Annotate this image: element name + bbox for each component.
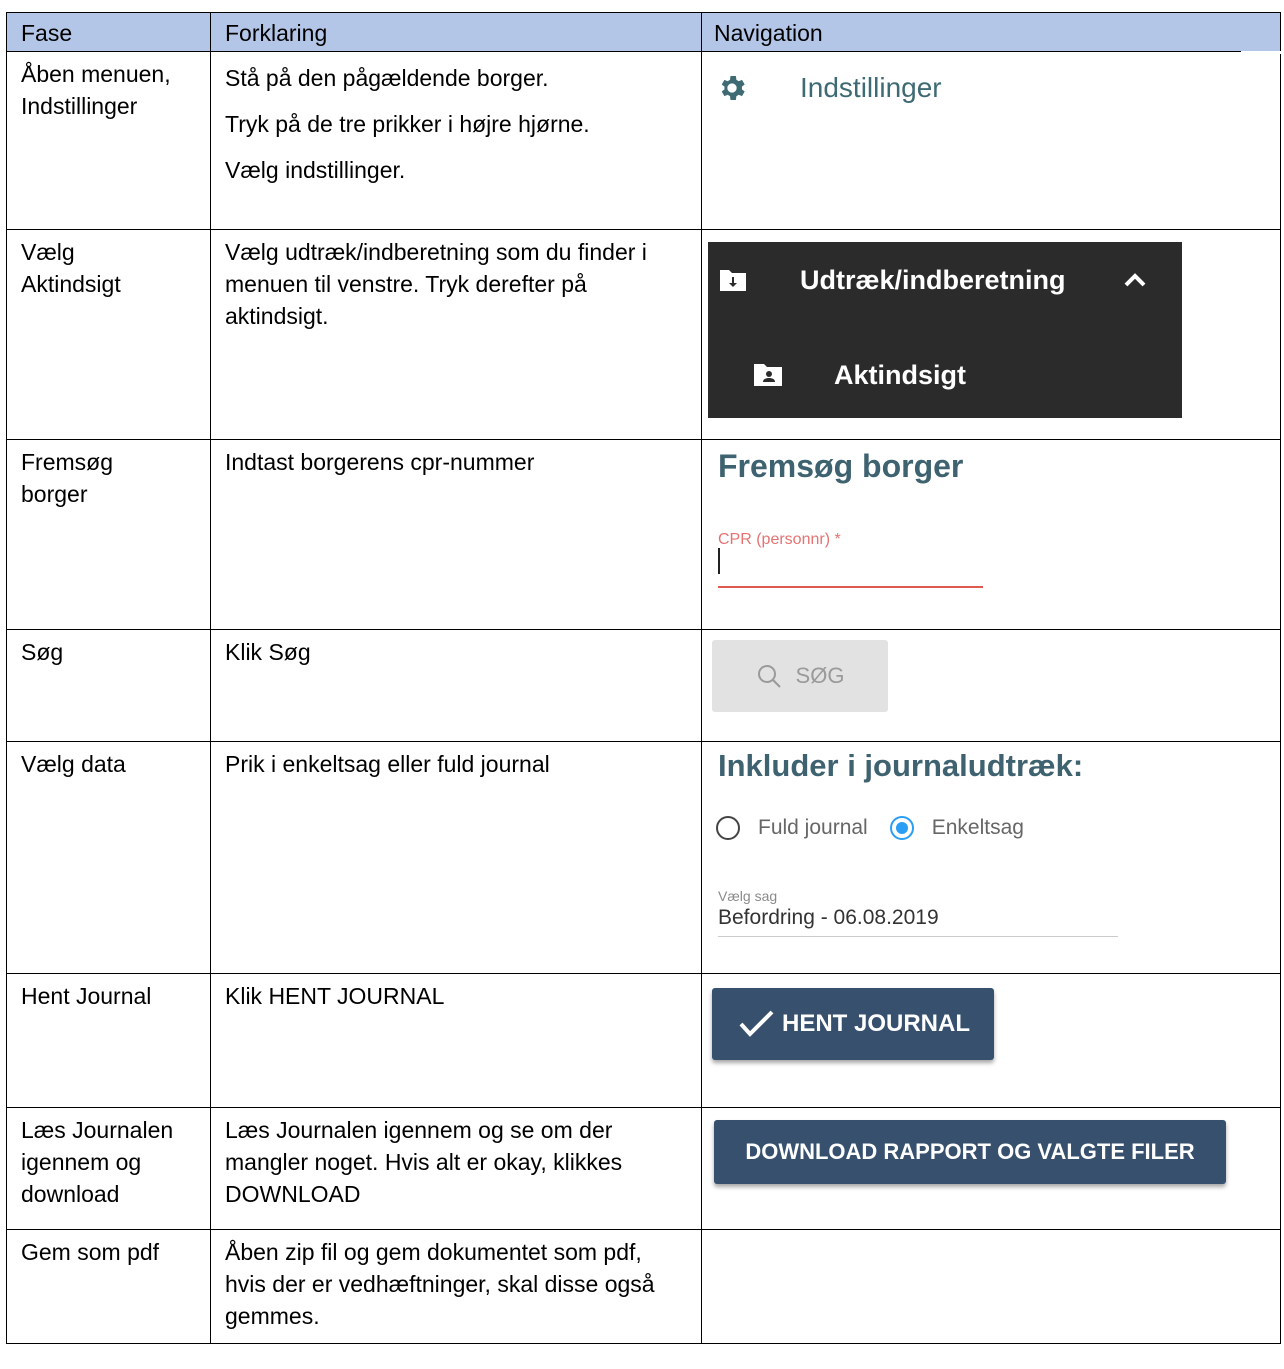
menu-item-udtraek[interactable]: Udtræk/indberetning (718, 264, 1148, 296)
search-button-label: SØG (795, 663, 845, 688)
fase-cell: Gem som pdf (6, 1229, 211, 1344)
border-gap (1241, 51, 1281, 54)
download-label: DOWNLOAD RAPPORT OG VALGTE FILER (745, 1139, 1195, 1164)
fase-cell: Vælg data (6, 741, 211, 974)
fase-cell: Læs Journalen igennem og download (6, 1107, 211, 1230)
forklaring-line: Vælg indstillinger. (225, 157, 406, 183)
folder-download-icon (720, 270, 746, 291)
search-button[interactable]: SØG (712, 640, 888, 712)
forklaring-cell: Stå på den pågældende borger. Tryk på de… (210, 51, 702, 230)
forklaring-cell: Læs Journalen igennem og se om der mangl… (210, 1107, 702, 1230)
table-row: Søg Klik Søg SØG (6, 629, 1281, 742)
table-row: Vælg data Prik i enkeltsag eller fuld jo… (6, 741, 1281, 974)
journal-radio-group: Fuld journal Enkeltsag (716, 812, 1024, 844)
navigation-cell: Indstillinger (701, 51, 1281, 230)
table-row: Læs Journalen igennem og download Læs Jo… (6, 1107, 1281, 1230)
fase-cell: Søg (6, 629, 211, 742)
header-fase: Fase (6, 12, 211, 52)
cpr-field-label: CPR (personnr) * (718, 531, 841, 548)
search-citizen-title: Fremsøg borger (718, 448, 964, 484)
table-row: Hent Journal Klik HENT JOURNAL HENT JOUR… (6, 973, 1281, 1108)
radio-label-fuld-journal: Fuld journal (758, 816, 868, 839)
forklaring-line: Tryk på de tre prikker i højre hjørne. (225, 111, 590, 137)
navigation-cell-empty (701, 1229, 1281, 1344)
search-icon (757, 665, 781, 688)
radio-label-enkeltsag: Enkeltsag (931, 816, 1024, 839)
side-menu-panel: Udtræk/indberetning Aktindsigt (708, 242, 1182, 418)
hent-journal-button[interactable]: HENT JOURNAL (712, 988, 994, 1060)
hent-journal-label: HENT JOURNAL (781, 1010, 970, 1037)
navigation-cell: Fremsøg borger CPR (personnr) * (701, 439, 1281, 630)
check-icon (739, 1010, 774, 1037)
navigation-cell: HENT JOURNAL (701, 973, 1281, 1108)
gear-icon (721, 76, 745, 100)
download-button[interactable]: DOWNLOAD RAPPORT OG VALGTE FILER (714, 1120, 1226, 1184)
radio-fuld-journal[interactable] (716, 816, 740, 840)
forklaring-cell: Indtast borgerens cpr-nummer (210, 439, 702, 630)
table-row: Gem som pdf Åben zip fil og gem dokument… (6, 1229, 1281, 1344)
forklaring-line: Stå på den pågældende borger. (225, 65, 549, 91)
forklaring-cell: Klik Søg (210, 629, 702, 742)
submenu-label: Aktindsigt (834, 360, 966, 390)
table-row: Vælg Aktindsigt Vælg udtræk/indberetning… (6, 229, 1281, 440)
settings-label: Indstillinger (800, 72, 942, 103)
forklaring-cell: Vælg udtræk/indberetning som du finder i… (210, 229, 702, 440)
forklaring-cell: Prik i enkeltsag eller fuld journal (210, 741, 702, 974)
forklaring-cell: Åben zip fil og gem dokumentet som pdf, … (210, 1229, 702, 1344)
folder-user-icon (754, 364, 782, 386)
include-title: Inkluder i journaludtræk: (718, 748, 1084, 783)
forklaring-cell: Klik HENT JOURNAL (210, 973, 702, 1108)
settings-menu-item[interactable]: Indstillinger (716, 72, 942, 104)
fase-cell: Åben menuen, Indstillinger (6, 51, 211, 230)
select-case-underline (718, 936, 1118, 937)
fase-cell: Vælg Aktindsigt (6, 229, 211, 440)
procedure-table: Fase Forklaring Navigation Åben menuen, … (6, 12, 1281, 1344)
navigation-cell: SØG (701, 629, 1281, 742)
radio-enkeltsag[interactable] (889, 816, 914, 840)
header-forklaring: Forklaring (210, 12, 702, 52)
header-navigation: Navigation (701, 12, 1281, 52)
fase-cell: Hent Journal (6, 973, 211, 1108)
select-case-value[interactable]: Befordring - 06.08.2019 (718, 902, 939, 934)
chevron-up-icon[interactable] (1122, 271, 1148, 289)
table-row: Åben menuen, Indstillinger Stå på den på… (6, 51, 1281, 230)
cpr-input-underline[interactable] (718, 586, 983, 588)
table-row: Fremsøg borger Indtast borgerens cpr-num… (6, 439, 1281, 630)
menu-label: Udtræk/indberetning (800, 265, 1066, 295)
cpr-input[interactable] (718, 548, 720, 574)
table-header-row: Fase Forklaring Navigation (6, 12, 1281, 52)
navigation-cell: Udtræk/indberetning Aktindsigt (701, 229, 1281, 440)
menu-item-aktindsigt[interactable]: Aktindsigt (752, 359, 966, 391)
navigation-cell: DOWNLOAD RAPPORT OG VALGTE FILER (701, 1107, 1281, 1230)
navigation-cell: Inkluder i journaludtræk: Fuld journal E… (701, 741, 1281, 974)
fase-cell: Fremsøg borger (6, 439, 211, 630)
